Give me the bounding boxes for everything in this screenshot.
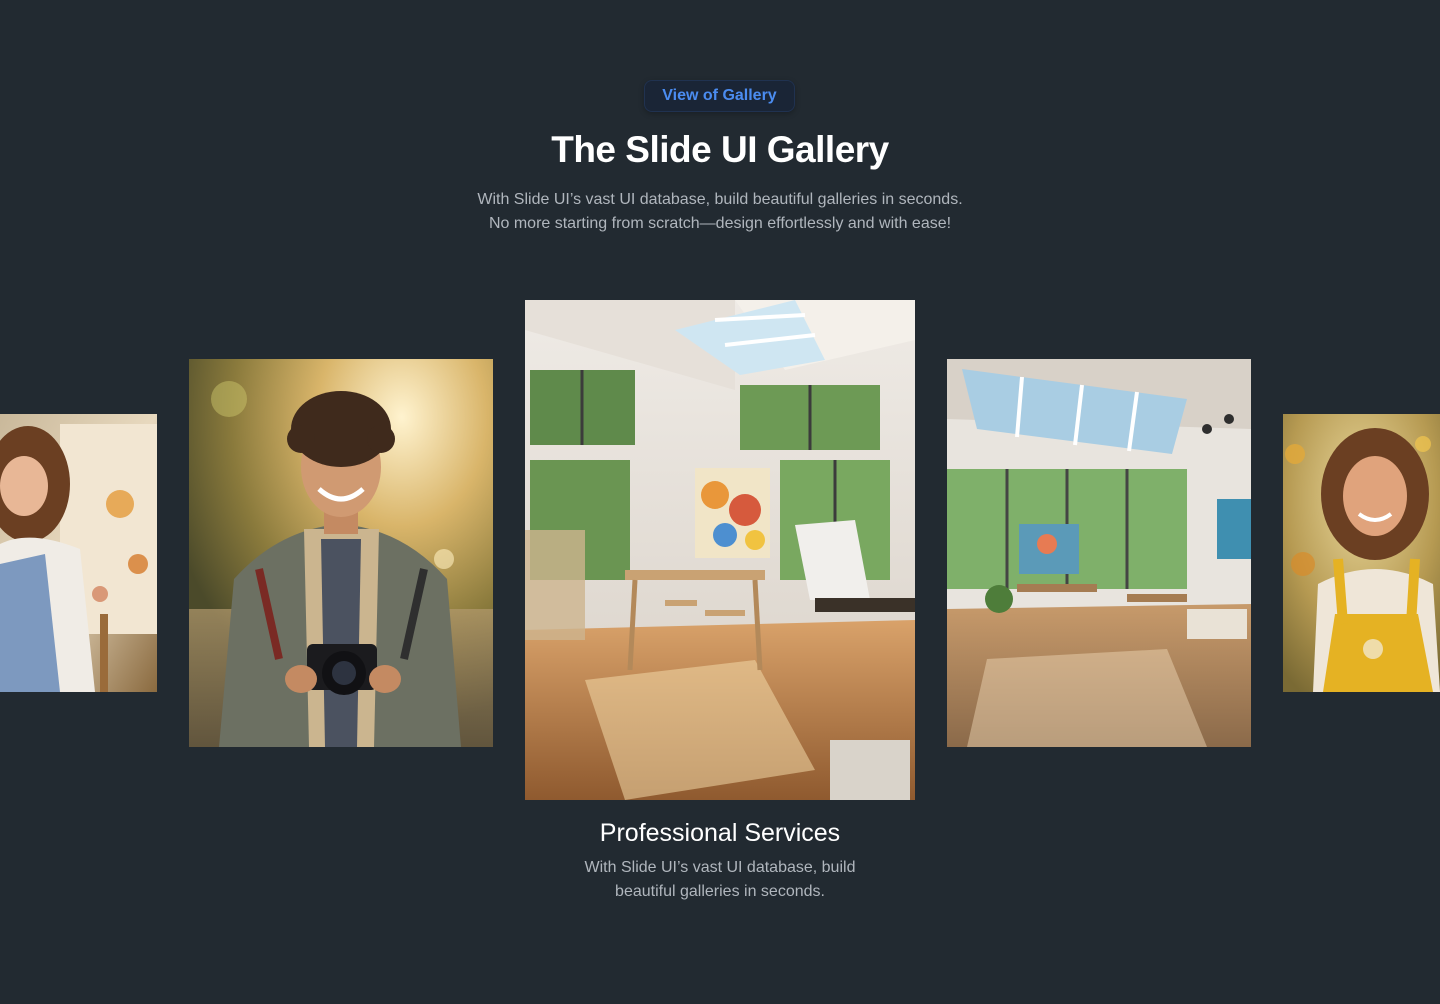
active-slide-title: Professional Services: [599, 819, 841, 847]
page-title: The Slide UI Gallery: [551, 129, 889, 170]
active-slide-description: With Slide UI’s vast UI database, build …: [0, 856, 1440, 904]
description-line-1: With Slide UI’s vast UI database, build: [584, 859, 856, 876]
sunlit-art-studio-interior-photo: [525, 300, 915, 800]
woman-painter-with-canvas-photo: [0, 414, 157, 692]
page-subtitle: With Slide UI’s vast UI database, build …: [0, 188, 1440, 236]
gallery-slide-1[interactable]: [0, 414, 157, 692]
view-gallery-badge[interactable]: View of Gallery: [644, 80, 795, 112]
smiling-man-with-camera-photo: [189, 359, 493, 747]
gallery-slide-5[interactable]: [1283, 414, 1440, 692]
gallery-slide-4[interactable]: [947, 359, 1251, 747]
bright-art-studio-skylight-photo: [947, 359, 1251, 747]
gallery-slide-2[interactable]: [189, 359, 493, 747]
smiling-woman-yellow-overalls-photo: [1283, 414, 1440, 692]
subtitle-line-2: No more starting from scratch—design eff…: [488, 215, 952, 232]
gallery-slide-3[interactable]: [525, 300, 915, 800]
subtitle-line-1: With Slide UI’s vast UI database, build …: [477, 191, 963, 208]
description-line-2: beautiful galleries in seconds.: [615, 883, 825, 900]
